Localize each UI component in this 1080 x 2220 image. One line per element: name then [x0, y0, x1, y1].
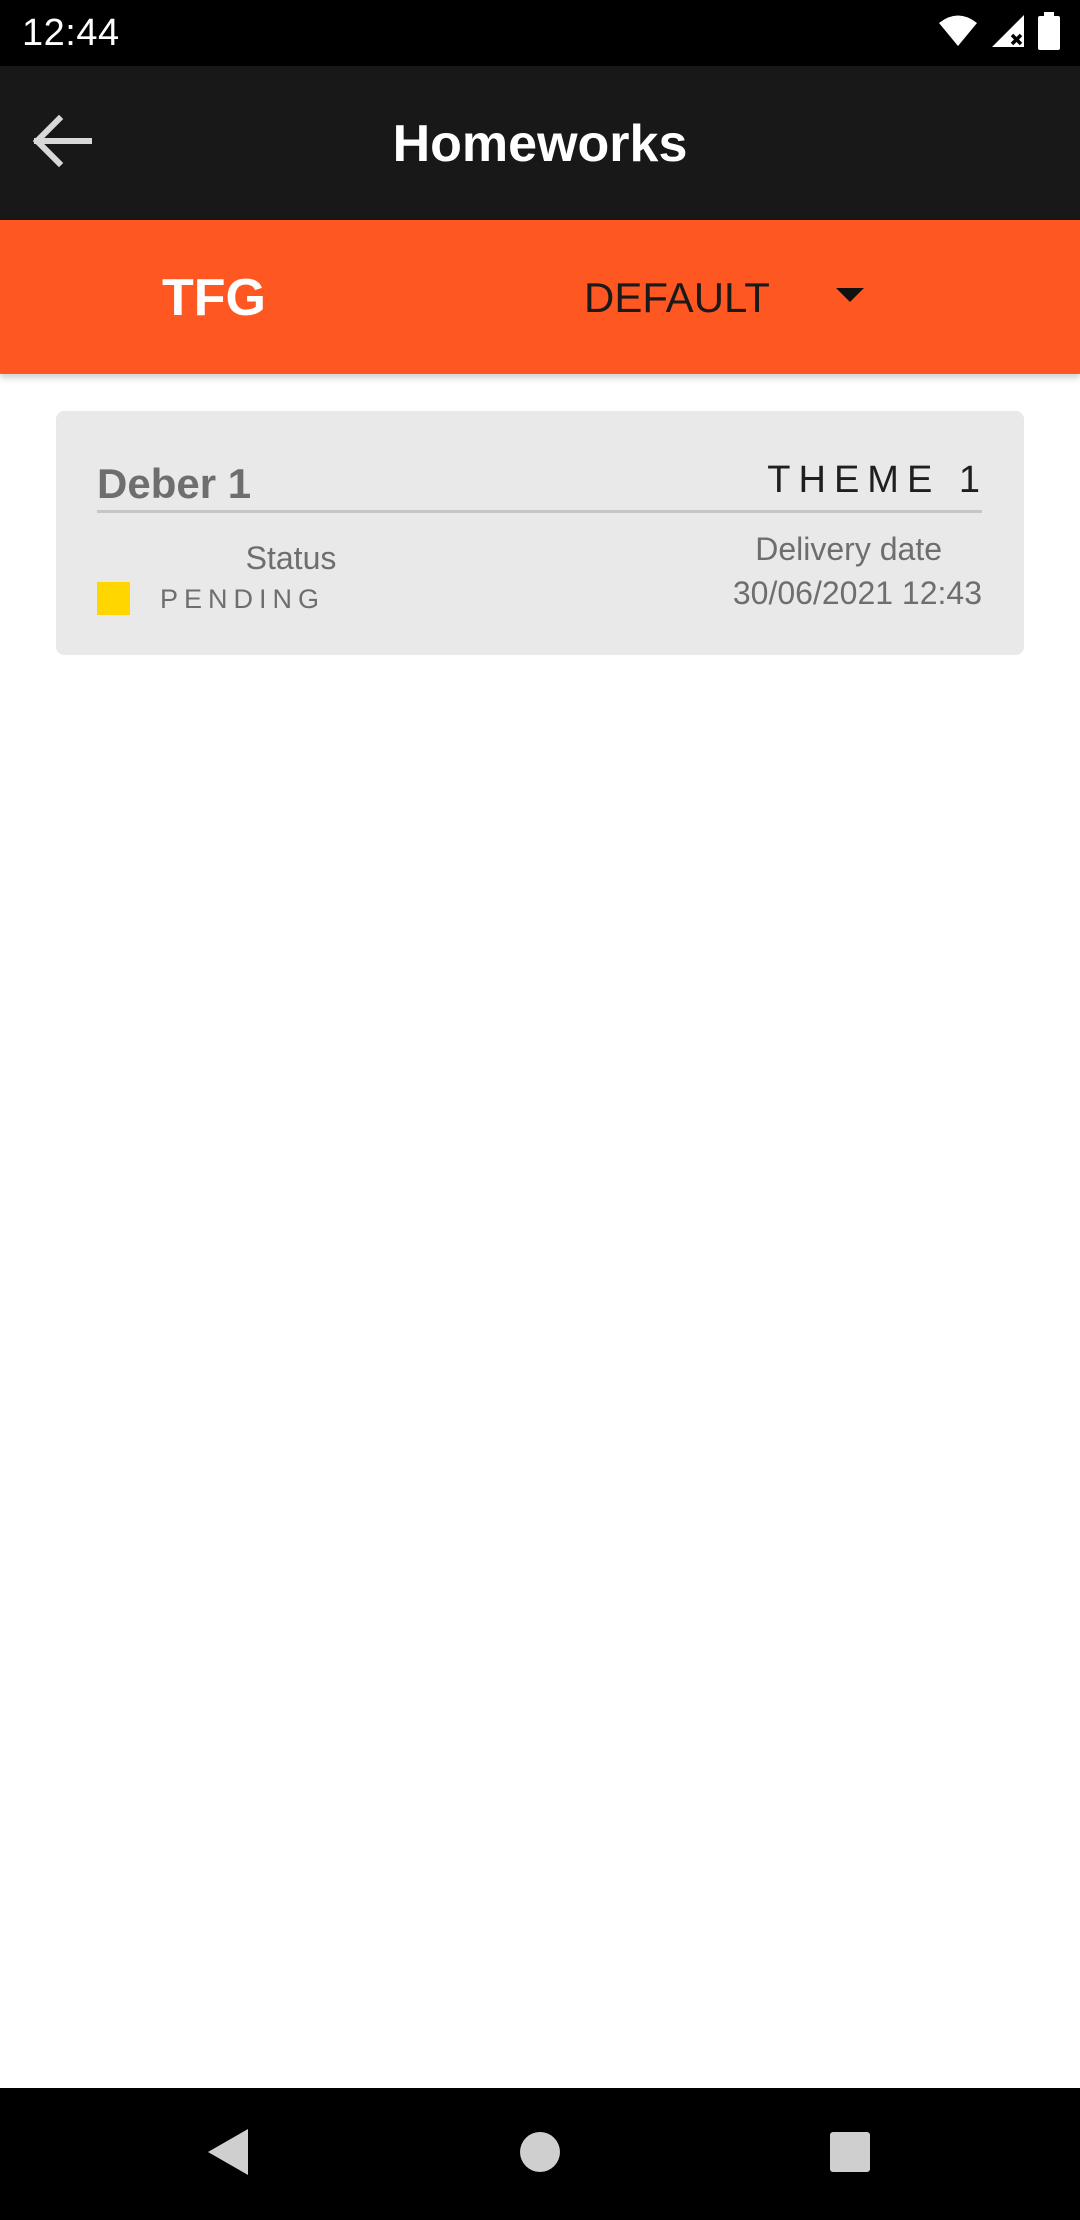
- toolbar: Homeworks: [0, 66, 1080, 220]
- wifi-icon: [938, 14, 978, 53]
- nav-recents-button[interactable]: [818, 2122, 882, 2186]
- nav-recents-icon: [829, 2131, 871, 2178]
- status-label: Status: [245, 540, 337, 576]
- battery-icon: [1038, 11, 1060, 55]
- nav-home-icon: [518, 2130, 562, 2179]
- delivery-date-label: Delivery date: [755, 531, 942, 567]
- status-time: 12:44: [22, 12, 120, 54]
- page-title: Homeworks: [392, 115, 688, 173]
- status-color-indicator: [97, 582, 130, 615]
- cell-signal-icon: [990, 13, 1026, 54]
- subject-label: TFG: [162, 269, 266, 327]
- card-divider: [97, 510, 982, 513]
- nav-back-button[interactable]: [196, 2122, 260, 2186]
- filter-bar: TFG DEFAULT: [0, 220, 1080, 374]
- homework-title: Deber 1: [97, 460, 252, 507]
- status-bar: 12:44: [0, 0, 1080, 66]
- status-value: PENDING: [160, 584, 326, 614]
- delivery-date-value: 30/06/2021 12:43: [732, 575, 982, 611]
- status-icons: [938, 11, 1060, 55]
- nav-home-button[interactable]: [508, 2122, 572, 2186]
- group-dropdown-value: DEFAULT: [584, 274, 770, 321]
- nav-back-icon: [206, 2127, 250, 2182]
- group-dropdown[interactable]: DEFAULT: [584, 266, 904, 330]
- homework-card[interactable]: Deber 1 THEME 1 Status PENDING Delivery …: [56, 411, 1024, 655]
- navigation-bar: [0, 2088, 1080, 2220]
- caret-down-icon: [836, 288, 864, 302]
- homework-theme: THEME 1: [767, 459, 988, 501]
